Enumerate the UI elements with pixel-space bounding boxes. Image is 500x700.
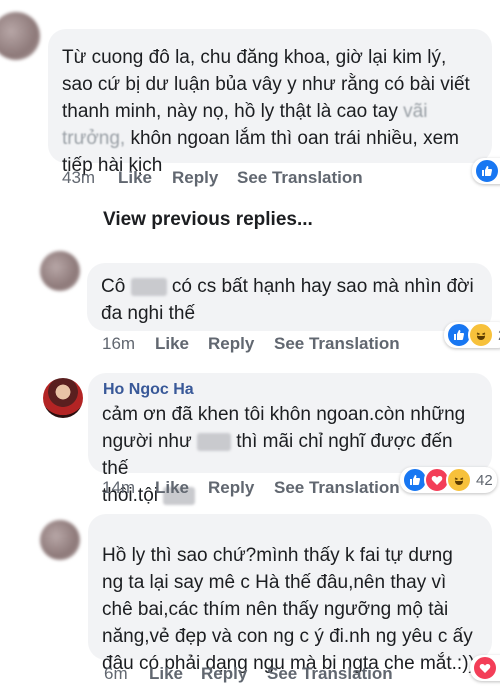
comment-bubble: Hồ ly thì sao chứ?mình thấy k fai tự dưn… — [88, 514, 492, 674]
see-translation-link[interactable]: See Translation — [267, 664, 393, 684]
comment-text: người như — [102, 431, 192, 452]
comment-bubble: Ho Ngoc Ha cảm ơn đã khen tôi khôn ngoan… — [88, 373, 492, 506]
avatar[interactable] — [43, 378, 83, 418]
like-reaction-icon — [474, 158, 500, 184]
timestamp: 16m — [102, 334, 136, 353]
view-previous-replies-link[interactable]: View previous replies... — [103, 209, 313, 231]
timestamp: 14m — [102, 478, 136, 497]
reaction-count: 42 — [476, 471, 493, 489]
like-link[interactable]: Like — [155, 478, 189, 498]
love-reaction-icon — [472, 655, 498, 681]
comment-text: Hồ ly thì sao chứ?mình thấy k fai tự dưn… — [102, 545, 475, 674]
avatar[interactable] — [40, 520, 80, 560]
redacted-name — [196, 432, 231, 451]
avatar[interactable] — [40, 251, 80, 291]
see-translation-link[interactable]: See Translation — [237, 168, 363, 188]
comment-text: Cô — [101, 276, 126, 297]
see-translation-link[interactable]: See Translation — [274, 334, 400, 354]
comment-bubble: Từ cuong đô la, chu đăng khoa, giờ lại k… — [48, 29, 492, 176]
comment-author[interactable]: Ho Ngoc Ha — [103, 381, 478, 399]
timestamp: 6m — [104, 664, 128, 683]
haha-reaction-icon — [446, 467, 472, 493]
like-link[interactable]: Like — [118, 168, 152, 188]
reply-link[interactable]: Reply — [208, 334, 254, 354]
like-link[interactable]: Like — [149, 664, 183, 684]
reply-link[interactable]: Reply — [201, 664, 247, 684]
timestamp: 43m — [62, 168, 96, 187]
reply-link[interactable]: Reply — [172, 168, 218, 188]
comment-text: cảm ơn đã khen tôi khôn ngoan.còn những — [102, 404, 466, 425]
reaction-summary[interactable]: 2 — [444, 322, 500, 348]
redacted-name — [130, 277, 167, 296]
comment-bubble: Cô có cs bất hạnh hay sao mà nhìn đời đa… — [87, 263, 492, 331]
reply-link[interactable]: Reply — [208, 478, 254, 498]
see-translation-link[interactable]: See Translation — [274, 478, 400, 498]
like-link[interactable]: Like — [155, 334, 189, 354]
reaction-summary[interactable]: 2 — [472, 158, 500, 184]
reaction-summary[interactable]: 1 — [470, 655, 500, 681]
haha-reaction-icon — [468, 322, 494, 348]
reaction-summary[interactable]: 42 — [400, 467, 497, 493]
avatar[interactable] — [0, 12, 40, 60]
